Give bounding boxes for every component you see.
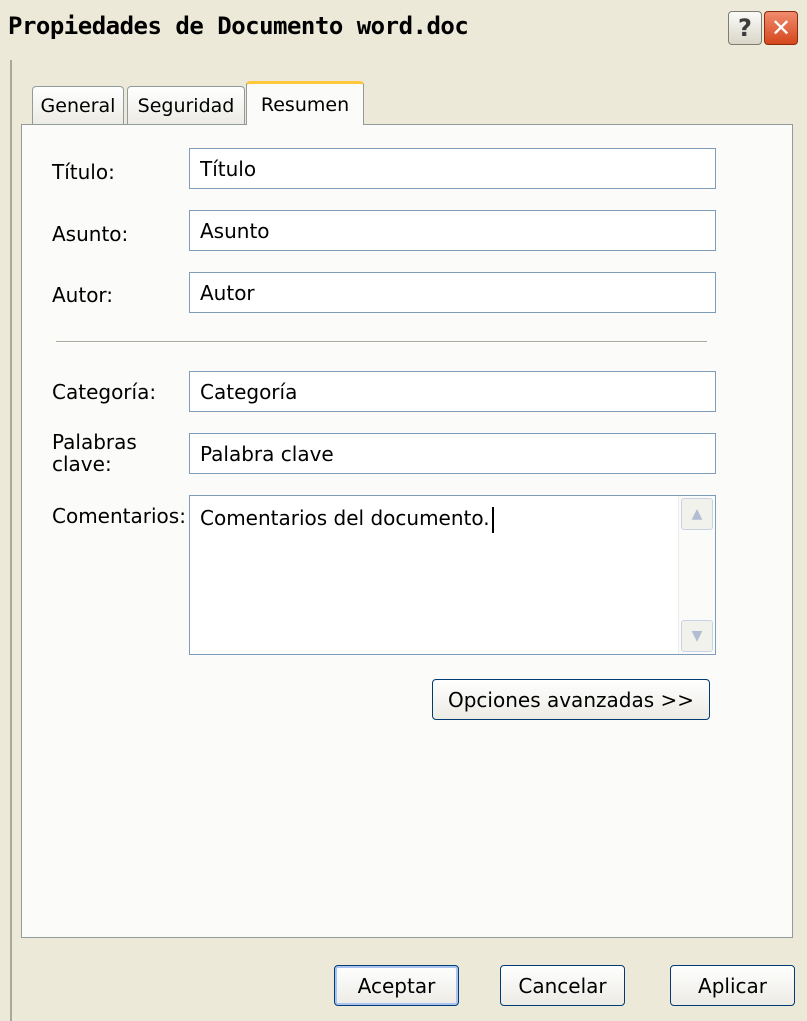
- window-title: Propiedades de Documento word.doc: [8, 12, 469, 40]
- palabras-clave-field[interactable]: [189, 433, 716, 474]
- title-bar[interactable]: Propiedades de Documento word.doc ? ✕: [0, 0, 807, 60]
- cancelar-button[interactable]: Cancelar: [500, 965, 625, 1006]
- aceptar-button[interactable]: Aceptar: [334, 965, 459, 1006]
- palabras-clave-label: Palabras clave:: [52, 431, 137, 475]
- aplicar-button[interactable]: Aplicar: [670, 965, 795, 1006]
- separator: [56, 341, 707, 343]
- comentarios-label: Comentarios:: [52, 504, 186, 528]
- asunto-field[interactable]: [189, 210, 716, 251]
- comentarios-value: Comentarios del documento.: [200, 506, 490, 530]
- advanced-options-button[interactable]: Opciones avanzadas >>: [432, 679, 710, 720]
- comentarios-text: Comentarios del documento.: [200, 506, 494, 533]
- help-button[interactable]: ?: [728, 11, 762, 45]
- autor-label: Autor:: [52, 283, 114, 307]
- close-icon: ✕: [770, 14, 792, 42]
- categoria-field[interactable]: [189, 371, 716, 412]
- comentarios-textarea[interactable]: Comentarios del documento. ▲ ▼: [189, 495, 716, 655]
- scroll-down-icon[interactable]: ▼: [681, 620, 713, 652]
- palabras-clave-label-line1: Palabras: [52, 430, 137, 454]
- tab-resumen[interactable]: Resumen: [246, 81, 364, 125]
- close-button[interactable]: ✕: [764, 11, 798, 45]
- tab-general[interactable]: General: [32, 86, 124, 124]
- comentarios-scrollbar[interactable]: ▲ ▼: [678, 496, 715, 654]
- text-caret: [491, 506, 494, 533]
- tab-seguridad[interactable]: Seguridad: [127, 86, 245, 124]
- asunto-label: Asunto:: [52, 222, 129, 246]
- scroll-up-icon[interactable]: ▲: [681, 498, 713, 530]
- palabras-clave-label-line2: clave:: [52, 452, 112, 476]
- titulo-label: Título:: [52, 160, 115, 184]
- categoria-label: Categoría:: [52, 380, 157, 404]
- titulo-field[interactable]: [189, 148, 716, 189]
- help-icon: ?: [738, 14, 752, 42]
- autor-field[interactable]: [189, 272, 716, 313]
